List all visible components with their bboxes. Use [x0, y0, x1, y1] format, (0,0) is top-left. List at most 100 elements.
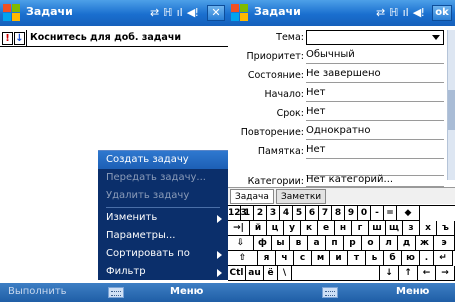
keyboard-key[interactable]: 7: [319, 206, 332, 221]
keyboard-key[interactable]: р: [344, 236, 362, 251]
reminder-label: Памятка:: [257, 146, 304, 157]
high-priority-icon[interactable]: !: [2, 32, 13, 45]
keyboard-key[interactable]: я: [258, 251, 276, 266]
keyboard-key[interactable]: л: [380, 236, 398, 251]
keyboard-key[interactable]: 5: [293, 206, 306, 221]
softkey-menu[interactable]: Меню: [396, 286, 429, 297]
menu-item-options[interactable]: Параметры...: [106, 230, 175, 241]
keyboard-key[interactable]: ф: [254, 236, 272, 251]
keyboard-key[interactable]: т: [348, 251, 366, 266]
keyboard-key[interactable]: 6: [306, 206, 319, 221]
due-field[interactable]: Нет: [306, 106, 444, 121]
keyboard-key[interactable]: →|: [228, 221, 250, 236]
keyboard-key[interactable]: .: [420, 251, 434, 266]
keyboard-key[interactable]: ↑: [399, 266, 418, 281]
status-label: Состояние:: [247, 70, 304, 81]
close-button[interactable]: ✕: [207, 5, 225, 21]
scrollbar[interactable]: [447, 30, 455, 180]
recurrence-field[interactable]: Однократно: [306, 125, 444, 140]
keyboard-key[interactable]: к: [301, 221, 318, 236]
new-task-hint[interactable]: Коснитесь для доб. задачи: [30, 32, 181, 43]
scrollbar-thumb[interactable]: [448, 90, 455, 130]
keyboard-key[interactable]: ю: [402, 251, 420, 266]
soft-key-bar: Меню: [228, 283, 455, 302]
keyboard-key[interactable]: ⇧: [228, 251, 258, 266]
windows-start-icon[interactable]: [231, 4, 249, 22]
categories-field[interactable]: Нет категорий...: [306, 174, 444, 187]
keyboard-key[interactable]: Ctl: [228, 266, 246, 281]
start-field[interactable]: Нет: [306, 87, 444, 102]
keyboard-key[interactable]: у: [284, 221, 301, 236]
menu-item-sort-by[interactable]: Сортировать по: [106, 248, 190, 259]
keyboard-key[interactable]: г: [352, 221, 369, 236]
status-field[interactable]: Не завершено: [306, 68, 444, 83]
softkey-menu[interactable]: Меню: [170, 286, 203, 297]
status-icons[interactable]: ⇄ ℍ ıl ◀ǃ: [150, 5, 198, 21]
space-key[interactable]: [292, 266, 380, 281]
keyboard-key[interactable]: ь: [366, 251, 384, 266]
windows-start-icon[interactable]: [3, 4, 21, 22]
softkey-complete[interactable]: Выполнить: [8, 286, 67, 297]
signal-icon: ıl: [176, 6, 183, 19]
priority-label: Приоритет:: [246, 51, 304, 62]
keyboard-icon[interactable]: [108, 287, 124, 298]
keyboard-key[interactable]: -: [371, 206, 384, 221]
menu-item-create-task[interactable]: Создать задачу: [106, 154, 189, 165]
keyboard-key[interactable]: 3: [267, 206, 280, 221]
keyboard-key[interactable]: и: [330, 251, 348, 266]
keyboard-key[interactable]: \: [278, 266, 292, 281]
categories-label: Категории:: [247, 176, 304, 187]
keyboard-key[interactable]: →: [436, 266, 455, 281]
keyboard-key[interactable]: е: [318, 221, 335, 236]
keyboard-key[interactable]: й: [250, 221, 267, 236]
keyboard-key[interactable]: щ: [386, 221, 403, 236]
keyboard-key[interactable]: 2: [254, 206, 267, 221]
keyboard-key[interactable]: ж: [416, 236, 434, 251]
keyboard-key[interactable]: м: [312, 251, 330, 266]
keyboard-key[interactable]: 4: [280, 206, 293, 221]
keyboard-key[interactable]: 1: [241, 206, 254, 221]
keyboard-row-2: ⇩ ф ы в а п р о л д ж э: [228, 236, 455, 251]
keyboard-key[interactable]: ч: [276, 251, 294, 266]
keyboard-key[interactable]: 0: [358, 206, 371, 221]
keyboard-key[interactable]: э: [434, 236, 455, 251]
priority-field[interactable]: Обычный: [306, 49, 444, 64]
keyboard-key[interactable]: ⇩: [228, 236, 254, 251]
subject-dropdown[interactable]: [306, 30, 444, 45]
keyboard-key[interactable]: аu: [246, 266, 264, 281]
menu-item-filter[interactable]: Фильтр: [106, 266, 146, 277]
low-priority-icon[interactable]: ↓: [14, 32, 25, 45]
keyboard-key[interactable]: б: [384, 251, 402, 266]
keyboard-key[interactable]: ←: [418, 266, 436, 281]
keyboard-key[interactable]: ц: [267, 221, 284, 236]
keyboard-key[interactable]: 9: [345, 206, 358, 221]
keyboard-key[interactable]: а: [308, 236, 326, 251]
keyboard-key[interactable]: з: [403, 221, 420, 236]
ok-button[interactable]: ok: [432, 5, 452, 21]
keyboard-key[interactable]: в: [290, 236, 308, 251]
keyboard-key[interactable]: х: [420, 221, 437, 236]
status-icons[interactable]: ⇄ ℍ ıl ◀ǃ: [376, 5, 424, 21]
reminder-field[interactable]: Нет: [306, 144, 444, 159]
keyboard-key[interactable]: ш: [369, 221, 386, 236]
keyboard-key[interactable]: п: [326, 236, 344, 251]
new-task-entry-row[interactable]: ! ↓ Коснитесь для доб. задачи: [0, 30, 228, 47]
keyboard-key[interactable]: =: [384, 206, 397, 221]
keyboard-icon[interactable]: [322, 287, 338, 298]
keyboard-key[interactable]: 123: [228, 206, 247, 221]
keyboard-key[interactable]: н: [335, 221, 352, 236]
menu-item-edit[interactable]: Изменить: [106, 212, 157, 223]
menu-divider: [106, 207, 220, 208]
keyboard-key[interactable]: ё: [264, 266, 278, 281]
keyboard-key[interactable]: 8: [332, 206, 345, 221]
keyboard-key[interactable]: ъ: [437, 221, 455, 236]
tab-task[interactable]: Задача: [230, 189, 274, 204]
keyboard-key[interactable]: с: [294, 251, 312, 266]
keyboard-key[interactable]: ы: [272, 236, 290, 251]
keyboard-key[interactable]: д: [398, 236, 416, 251]
keyboard-key[interactable]: ◆: [397, 206, 420, 221]
keyboard-key[interactable]: о: [362, 236, 380, 251]
keyboard-key[interactable]: ↓: [380, 266, 399, 281]
keyboard-key[interactable]: ↵: [434, 251, 453, 266]
tab-notes[interactable]: Заметки: [276, 189, 327, 204]
